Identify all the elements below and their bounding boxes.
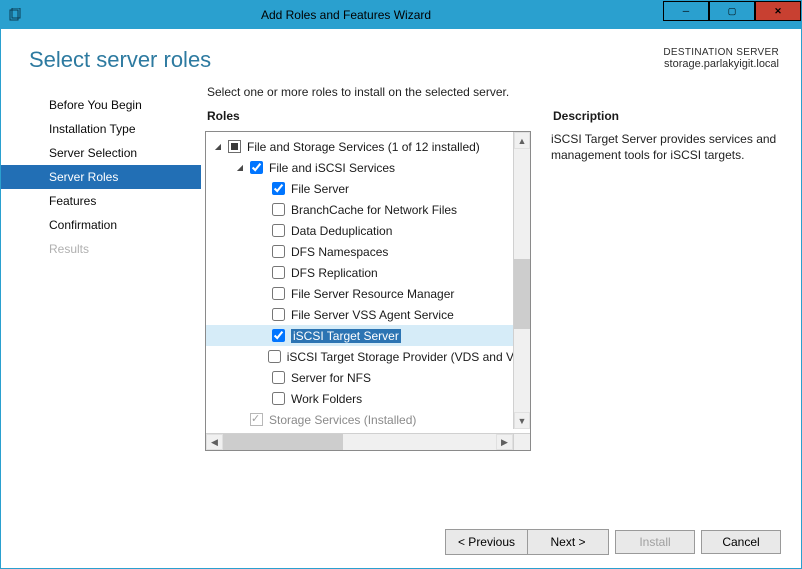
- titlebar: Add Roles and Features Wizard ─ ▢ ✕: [1, 1, 801, 29]
- tree-row[interactable]: File Server Resource Manager: [206, 283, 530, 304]
- description-column: Description iSCSI Target Server provides…: [551, 109, 783, 516]
- role-label: Work Folders: [291, 392, 362, 406]
- header: Select server roles DESTINATION SERVER s…: [1, 29, 801, 81]
- tree-row[interactable]: Server for NFS: [206, 367, 530, 388]
- role-label: Storage Services (Installed): [269, 413, 416, 427]
- role-checkbox[interactable]: [272, 224, 285, 237]
- nav-item-before-you-begin[interactable]: Before You Begin: [1, 93, 201, 117]
- instruction-text: Select one or more roles to install on t…: [207, 85, 783, 99]
- role-checkbox[interactable]: [272, 392, 285, 405]
- scrollbar-corner: [513, 433, 530, 450]
- tree-row[interactable]: DFS Namespaces: [206, 241, 530, 262]
- tree-row[interactable]: BranchCache for Network Files: [206, 199, 530, 220]
- role-checkbox[interactable]: [268, 350, 281, 363]
- role-checkbox[interactable]: [228, 140, 241, 153]
- role-checkbox[interactable]: [250, 161, 263, 174]
- nav-item-installation-type[interactable]: Installation Type: [1, 117, 201, 141]
- scroll-down-button[interactable]: ▼: [514, 412, 530, 429]
- vertical-scrollbar[interactable]: ▲ ▼: [513, 132, 530, 429]
- tree-row[interactable]: Work Folders: [206, 388, 530, 409]
- role-label: iSCSI Target Storage Provider (VDS and V…: [287, 350, 530, 364]
- scroll-thumb-horizontal[interactable]: [223, 434, 343, 450]
- scroll-up-button[interactable]: ▲: [514, 132, 530, 149]
- collapse-icon[interactable]: ◢: [212, 142, 224, 151]
- role-checkbox[interactable]: [272, 287, 285, 300]
- role-label: File Server: [291, 182, 349, 196]
- role-label: BranchCache for Network Files: [291, 203, 457, 217]
- tree-row[interactable]: iSCSI Target Server: [206, 325, 530, 346]
- scroll-thumb-vertical[interactable]: [514, 259, 530, 329]
- close-button[interactable]: ✕: [755, 1, 801, 21]
- maximize-button[interactable]: ▢: [709, 1, 755, 21]
- role-label: iSCSI Target Server: [291, 329, 401, 343]
- tree-row[interactable]: ◢ File and Storage Services (1 of 12 inst…: [206, 136, 530, 157]
- description-heading: Description: [553, 109, 783, 123]
- wizard-window: Add Roles and Features Wizard ─ ▢ ✕ Sele…: [0, 0, 802, 569]
- nav-item-server-selection[interactable]: Server Selection: [1, 141, 201, 165]
- roles-heading: Roles: [207, 109, 531, 123]
- prev-next-pair: < Previous Next >: [445, 529, 609, 555]
- role-label: File Server VSS Agent Service: [291, 308, 454, 322]
- horizontal-scrollbar[interactable]: ◀ ▶: [206, 433, 513, 450]
- destination-label: DESTINATION SERVER: [663, 47, 779, 58]
- content: Select one or more roles to install on t…: [201, 81, 801, 516]
- tree-row[interactable]: iSCSI Target Storage Provider (VDS and V…: [206, 346, 530, 367]
- role-checkbox[interactable]: [272, 371, 285, 384]
- role-checkbox[interactable]: [272, 329, 285, 342]
- role-label: DFS Replication: [291, 266, 378, 280]
- tree-row[interactable]: ◢ File and iSCSI Services: [206, 157, 530, 178]
- page-title: Select server roles: [29, 47, 211, 73]
- description-text: iSCSI Target Server provides services an…: [551, 131, 783, 163]
- role-checkbox[interactable]: [272, 182, 285, 195]
- tree-row[interactable]: DFS Replication: [206, 262, 530, 283]
- role-label: File and iSCSI Services: [269, 161, 395, 175]
- role-checkbox[interactable]: [272, 203, 285, 216]
- wizard-nav: Before You BeginInstallation TypeServer …: [1, 81, 201, 516]
- role-checkbox[interactable]: [272, 245, 285, 258]
- nav-item-results: Results: [1, 237, 201, 261]
- cancel-button[interactable]: Cancel: [701, 530, 781, 554]
- tree-row[interactable]: File Server VSS Agent Service: [206, 304, 530, 325]
- tree-row[interactable]: File Server: [206, 178, 530, 199]
- role-label: File and Storage Services (1 of 12 insta…: [247, 140, 480, 154]
- install-button: Install: [615, 530, 695, 554]
- titlebar-controls: ─ ▢ ✕: [663, 1, 801, 29]
- role-checkbox: [250, 413, 263, 426]
- titlebar-icon: [1, 1, 29, 29]
- destination-server: DESTINATION SERVER storage.parlakyigit.l…: [663, 47, 779, 70]
- role-label: File Server Resource Manager: [291, 287, 454, 301]
- roles-column: Roles ◢File and Storage Services (1 of 1…: [205, 109, 531, 516]
- next-button[interactable]: Next >: [528, 530, 608, 554]
- nav-item-server-roles[interactable]: Server Roles: [1, 165, 201, 189]
- minimize-button[interactable]: ─: [663, 1, 709, 21]
- role-checkbox[interactable]: [272, 308, 285, 321]
- window-title: Add Roles and Features Wizard: [29, 8, 663, 22]
- main: Before You BeginInstallation TypeServer …: [1, 81, 801, 516]
- tree-row[interactable]: Storage Services (Installed): [206, 409, 530, 429]
- previous-button[interactable]: < Previous: [446, 530, 528, 554]
- role-checkbox[interactable]: [272, 266, 285, 279]
- roles-tree[interactable]: ◢File and Storage Services (1 of 12 inst…: [205, 131, 531, 451]
- destination-value: storage.parlakyigit.local: [663, 58, 779, 70]
- role-label: Server for NFS: [291, 371, 371, 385]
- collapse-icon[interactable]: ◢: [234, 163, 246, 172]
- scroll-right-button[interactable]: ▶: [496, 434, 513, 450]
- footer: < Previous Next > Install Cancel: [1, 516, 801, 568]
- tree-row[interactable]: Data Deduplication: [206, 220, 530, 241]
- scroll-left-button[interactable]: ◀: [206, 434, 223, 450]
- role-label: Data Deduplication: [291, 224, 392, 238]
- role-label: DFS Namespaces: [291, 245, 388, 259]
- nav-item-features[interactable]: Features: [1, 189, 201, 213]
- nav-item-confirmation[interactable]: Confirmation: [1, 213, 201, 237]
